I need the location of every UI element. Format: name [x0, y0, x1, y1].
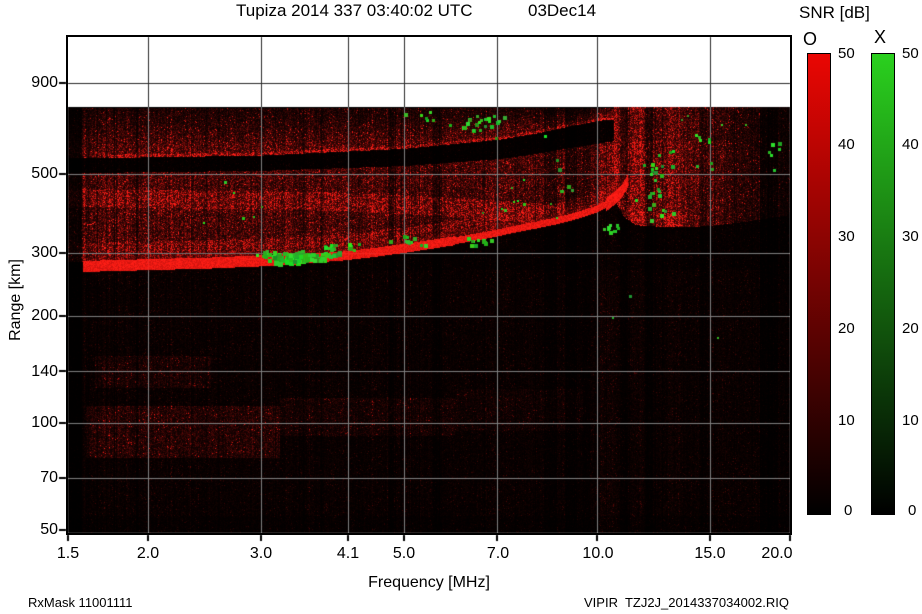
- ionogram-figure: Tupiza 2014 337 03:40:02 UTC 03Dec14 SNR…: [0, 0, 922, 614]
- y-tick-50: 50: [40, 521, 58, 538]
- o-colorbar-tick: 50: [838, 45, 855, 62]
- x-tick-3-0: 3.0: [249, 545, 273, 562]
- x-mode-label: X: [874, 27, 887, 47]
- plot-date: 03Dec14: [528, 1, 597, 20]
- y-tick-500: 500: [31, 165, 58, 182]
- x-tick-10-0: 10.0: [582, 545, 614, 562]
- x-tick-7-0: 7.0: [486, 545, 510, 562]
- x-colorbar-tick: 10: [902, 412, 919, 429]
- o-colorbar-tick: 40: [838, 136, 855, 153]
- y-tick-300: 300: [31, 244, 58, 261]
- x-colorbar: [871, 53, 895, 515]
- x-colorbar-tick: 0: [908, 502, 917, 519]
- x-tick-20-0: 20.0: [761, 545, 793, 562]
- y-tick-70: 70: [40, 469, 58, 486]
- y-tick-900: 900: [31, 74, 58, 91]
- plot-title: Tupiza 2014 337 03:40:02 UTC: [236, 1, 473, 20]
- x-tick-1-5: 1.5: [56, 545, 80, 562]
- rxmask-annotation: RxMask 11001111: [28, 595, 133, 610]
- x-colorbar-tick: 40: [902, 136, 919, 153]
- colorbar-title: SNR [dB]: [799, 3, 870, 22]
- file-annotation: VIPIR TZJ2J_2014337034002.RIQ: [584, 595, 789, 610]
- y-tick-200: 200: [31, 307, 58, 324]
- plot-frame: [66, 35, 792, 535]
- o-colorbar-tick: 0: [844, 502, 853, 519]
- x-axis-label: Frequency [MHz]: [368, 574, 490, 591]
- y-tick-100: 100: [31, 414, 58, 431]
- x-tick-15-0: 15.0: [694, 545, 726, 562]
- x-colorbar-tick: 20: [902, 320, 919, 337]
- o-colorbar-tick: 30: [838, 228, 855, 245]
- x-colorbar-tick: 30: [902, 228, 919, 245]
- o-colorbar-tick: 10: [838, 412, 855, 429]
- x-tick-5-0: 5.0: [392, 545, 416, 562]
- x-tick-4-1: 4.1: [336, 545, 360, 562]
- x-colorbar-tick: 50: [902, 45, 919, 62]
- o-colorbar: [807, 53, 831, 515]
- o-mode-label: O: [803, 29, 818, 49]
- y-tick-140: 140: [31, 363, 58, 380]
- o-colorbar-tick: 20: [838, 320, 855, 337]
- x-tick-2-0: 2.0: [136, 545, 160, 562]
